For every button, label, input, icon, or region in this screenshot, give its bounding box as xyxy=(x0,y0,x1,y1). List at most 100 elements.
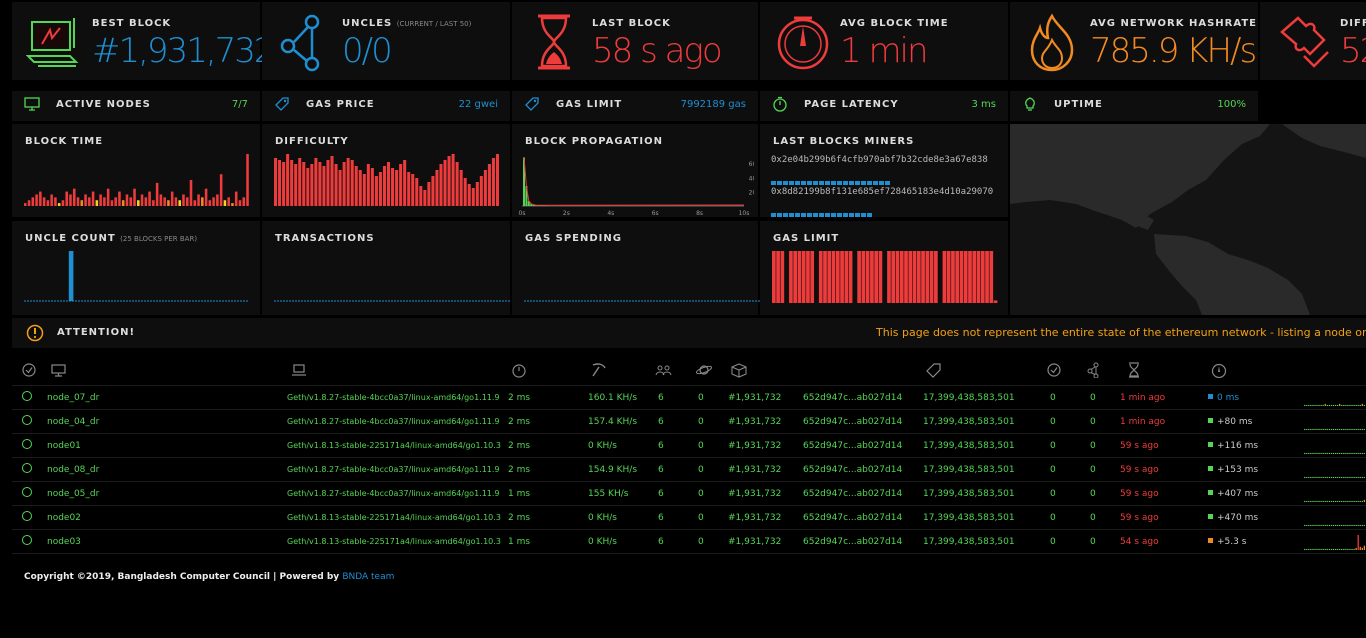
chart-bar xyxy=(366,164,370,206)
chart-bar xyxy=(411,174,415,206)
pickaxe-icon[interactable] xyxy=(590,362,608,378)
chart-bar xyxy=(403,160,407,206)
sparkline-bar xyxy=(1318,524,1320,526)
chart-bar xyxy=(216,194,219,206)
chart-bar xyxy=(152,200,155,206)
sparkline-bar xyxy=(1334,404,1337,406)
gauge-icon[interactable] xyxy=(1210,362,1228,378)
nodes-table: node_07_dr Geth/v1.8.27-stable-4bcc0a37/l… xyxy=(12,356,1366,554)
node-client: Geth/v1.8.27-stable-4bcc0a37/linux-amd64… xyxy=(287,393,500,402)
table-row[interactable]: node01 Geth/v1.8.13-stable-225171a4/linux… xyxy=(12,434,1366,458)
flame-icon xyxy=(1030,13,1074,72)
node-last-block: 59 s ago xyxy=(1120,465,1159,475)
uncles-label: UNCLES (CURRENT / LAST 50) xyxy=(342,18,472,29)
sparkline-bar xyxy=(1324,428,1326,430)
sparkline-bar xyxy=(1336,548,1339,550)
sparkline-bar xyxy=(1361,428,1363,430)
sparkline-bar xyxy=(1351,500,1353,502)
chart-bar xyxy=(69,194,72,206)
sparkline-bar xyxy=(1312,428,1314,430)
sparkline-bar xyxy=(1310,500,1312,502)
x-tick-label: 0s xyxy=(519,210,526,217)
sparkline-bar xyxy=(1330,500,1333,502)
difficulty-panel: DIFFI 52 xyxy=(1260,2,1366,80)
timer-icon[interactable] xyxy=(510,362,528,378)
hourglass-icon[interactable] xyxy=(1125,362,1143,378)
sparkline-bar xyxy=(1306,428,1308,430)
footer: Copyright ©2019, Bangladesh Computer Cou… xyxy=(24,572,394,582)
planet-icon[interactable] xyxy=(695,362,713,378)
laptop-icon[interactable] xyxy=(290,362,308,378)
sparkline-bar xyxy=(1359,546,1361,550)
chart-bar xyxy=(193,200,197,206)
node-block-hash: 652d947c...ab027d14 xyxy=(803,417,903,427)
monitor-icon[interactable] xyxy=(50,362,68,378)
tag-icon xyxy=(525,97,539,111)
check-icon[interactable] xyxy=(1045,362,1063,378)
sparkline-bar xyxy=(1304,500,1306,502)
sparkline-bar xyxy=(1332,452,1335,454)
sparkline-bar xyxy=(1351,476,1353,478)
gas-limit-value: 7992189 gas xyxy=(680,99,746,110)
chart-bar xyxy=(459,170,463,206)
chart-bar xyxy=(42,197,46,206)
chart-bar xyxy=(354,166,358,206)
table-row[interactable]: node_07_dr Geth/v1.8.27-stable-4bcc0a37/l… xyxy=(12,386,1366,410)
sparkline-bar xyxy=(1349,452,1351,454)
chart-bar xyxy=(479,176,483,206)
chart-bar xyxy=(378,172,382,206)
sparkline-bar xyxy=(1332,428,1335,430)
page-latency-label: PAGE LATENCY xyxy=(804,99,899,110)
gas-price-label: GAS PRICE xyxy=(306,99,375,110)
gas-price-value: 22 gwei xyxy=(458,99,498,110)
chart-bar xyxy=(955,251,960,303)
sparkline-bar xyxy=(1316,404,1318,406)
sparkline-bar xyxy=(1357,428,1359,430)
chart-bar xyxy=(155,182,159,206)
uncles-icon[interactable] xyxy=(1085,362,1103,378)
sparkline-bar xyxy=(1308,404,1310,406)
sparkline-bar xyxy=(1339,452,1341,454)
chart-bar xyxy=(68,251,74,301)
chart-bar xyxy=(246,154,249,206)
table-row[interactable]: node_08_dr Geth/v1.8.27-stable-4bcc0a37/l… xyxy=(12,458,1366,482)
node-propagation-sparkline xyxy=(1304,476,1366,478)
sparkline-bar xyxy=(1361,524,1363,526)
sparkline-bar xyxy=(1330,524,1333,526)
sparkline-bar xyxy=(1343,524,1345,526)
chart-bar xyxy=(827,251,832,303)
cube-icon[interactable] xyxy=(730,362,748,378)
sparkline-bar xyxy=(1336,452,1339,454)
table-row[interactable]: node02 Geth/v1.8.13-stable-225171a4/linux… xyxy=(12,506,1366,530)
chart-bar xyxy=(382,166,386,206)
node-uncles: 0 xyxy=(1050,441,1056,451)
table-row[interactable]: node03 Geth/v1.8.13-stable-225171a4/linux… xyxy=(12,530,1366,554)
sparkline-bar xyxy=(1349,548,1351,550)
best-block-value: #1,931,732 xyxy=(92,31,276,71)
users-icon[interactable] xyxy=(655,362,673,378)
chart-bar xyxy=(391,168,395,206)
node-latency: 2 ms xyxy=(508,393,531,403)
nodes-table-header xyxy=(12,356,1366,386)
node-propagation-value: +470 ms xyxy=(1217,513,1259,523)
node-block-hash: 652d947c...ab027d14 xyxy=(803,537,903,547)
sparkline-bar xyxy=(1351,452,1353,454)
chart-bar xyxy=(223,200,227,206)
chart-bar xyxy=(178,200,181,206)
sparkline-bar xyxy=(1345,428,1347,430)
sparkline-bar xyxy=(1332,524,1335,526)
sparkline-bar xyxy=(1347,404,1349,406)
tag-icon[interactable] xyxy=(925,362,943,378)
sparkline-bar xyxy=(1361,403,1363,406)
check-icon[interactable] xyxy=(20,362,38,378)
node-name: node_07_dr xyxy=(47,393,100,403)
footer-link[interactable]: BNDA team xyxy=(342,572,394,582)
miner-block xyxy=(867,213,872,217)
x-tick-label: 6s xyxy=(652,210,659,217)
last-block-panel: LAST BLOCK 58 s ago xyxy=(512,2,758,80)
node-uncles-total: 0 xyxy=(1090,537,1096,547)
table-row[interactable]: node_04_dr Geth/v1.8.27-stable-4bcc0a37/l… xyxy=(12,410,1366,434)
sparkline-bar xyxy=(1349,524,1351,526)
active-nodes-value: 7/7 xyxy=(231,99,248,110)
table-row[interactable]: node_05_dr Geth/v1.8.27-stable-4bcc0a37/l… xyxy=(12,482,1366,506)
